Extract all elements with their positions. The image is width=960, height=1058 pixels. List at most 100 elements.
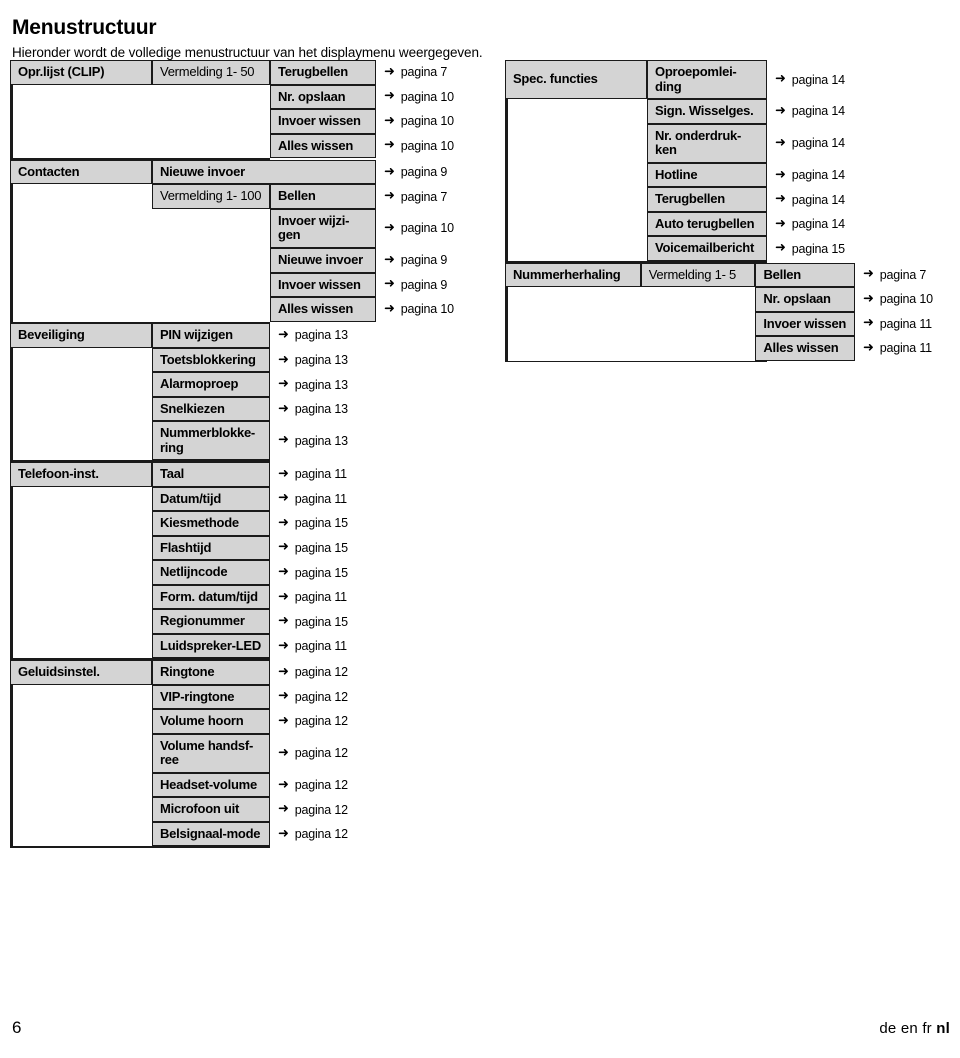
table-row: Invoer wissen ➜ pagina 11 [505,311,960,337]
row-spacer-col2 [641,312,756,337]
table-row: Datum/tijd ➜ pagina 11 [10,486,490,512]
page-reference: ➜ pagina 10 [376,297,486,322]
row-spacer-col2 [641,287,756,312]
page-reference: ➜ pagina 15 [270,536,380,561]
menu-item-col2: Flashtijd [152,535,270,561]
page-reference-label: pagina 10 [400,302,454,317]
menu-group-contacten: Contacten Nieuwe invoer ➜ pagina 9 Vermeldin… [10,159,490,324]
menu-group-spec-functies: Spec. functies Oproepomlei-ding ➜ pagina 14… [505,60,960,263]
table-row: Beveiliging PIN wijzigen ➜ pagina 13 [10,323,490,348]
menu-item-col2: Snelkiezen [152,396,270,422]
right-arrow-icon: ➜ [278,613,289,629]
table-row: Form. datum/tijd ➜ pagina 11 [10,584,490,610]
page-reference-label: pagina 9 [400,253,448,268]
page-reference: ➜ pagina 15 [270,560,380,585]
page-reference-label: pagina 13 [294,402,348,417]
right-arrow-icon: ➜ [384,301,395,317]
page-reference: ➜ pagina 13 [270,372,380,397]
menu-item-span: Nieuwe invoer [152,159,376,185]
menu-structure-table-left: Opr.lijst (CLIP) Vermelding 1- 50 Terugbel… [10,60,490,849]
menu-item-col2: Nr. onderdruk-ken [647,123,767,163]
page-reference: ➜ pagina 9 [376,248,486,273]
menu-item-col2: Sign. Wisselges. [647,99,767,124]
right-arrow-icon: ➜ [384,276,395,292]
menu-structure-table-right: Spec. functies Oproepomlei-ding ➜ pagina 14… [505,60,960,363]
page-reference-label: pagina 12 [294,778,348,793]
menu-item-col2: Form. datum/tijd [152,584,270,610]
page-reference-label: pagina 11 [294,639,347,654]
table-row: Nr. opslaan ➜ pagina 10 [10,84,490,110]
table-row: Flashtijd ➜ pagina 15 [10,535,490,561]
group-vertical-rule [505,262,506,363]
row-spacer-col2 [152,85,270,110]
row-spacer-col1 [10,209,152,248]
page-reference: ➜ pagina 13 [270,323,380,348]
table-row: Volume handsf-ree ➜ pagina 12 [10,733,490,773]
left-table-rows: Opr.lijst (CLIP) Vermelding 1- 50 Terugbel… [10,60,490,849]
right-arrow-icon: ➜ [863,291,874,307]
table-row: Toetsblokkering ➜ pagina 13 [10,347,490,373]
menu-item-col2: Netlijncode [152,560,270,585]
menu-group-label: Opr.lijst (CLIP) [10,60,152,85]
table-row: Nieuwe invoer ➜ pagina 9 [10,247,490,273]
table-row: Regionummer ➜ pagina 15 [10,609,490,634]
page-reference-label: pagina 13 [294,433,348,448]
right-arrow-icon: ➜ [278,352,289,368]
row-spacer-col1 [505,287,641,312]
footer-language-nl: nl [936,1020,950,1037]
page-reference: ➜ pagina 12 [270,797,380,822]
table-row: Nummerblokke-ring ➜ pagina 13 [10,421,490,461]
group-bottom-rule [505,360,767,363]
menu-group-label: Contacten [10,159,152,185]
menu-item-col2: Luidspreker-LED [152,633,270,659]
row-spacer-col1 [505,124,647,163]
table-row: Invoer wijzi-gen ➜ pagina 10 [10,208,490,248]
page-reference-label: pagina 11 [879,316,932,331]
cell-label: Oproepomlei-ding [655,64,737,94]
table-row: Microfoon uit ➜ pagina 12 [10,797,490,822]
table-row: Invoer wissen ➜ pagina 10 [10,109,490,134]
row-spacer-col1 [10,822,152,847]
menu-item-col3: Nr. opslaan [755,287,856,312]
table-row: Nummerherhaling Vermelding 1- 5 Bellen ➜ pag… [505,262,960,288]
menu-item-col2: Regionummer [152,609,270,634]
menu-group-label: Beveiliging [10,323,152,348]
row-spacer-col1 [10,560,152,585]
page-reference: ➜ pagina 14 [767,124,877,163]
page-reference: ➜ pagina 12 [270,709,380,734]
row-spacer-col1 [505,212,647,237]
right-arrow-icon: ➜ [278,466,289,482]
row-spacer-col2 [641,336,756,361]
menu-item-col2: Headset-volume [152,772,270,798]
group-vertical-rule [10,60,11,160]
menu-item-col2: Terugbellen [647,187,767,212]
right-arrow-icon: ➜ [775,240,786,256]
table-row: Spec. functies Oproepomlei-ding ➜ pagina 14 [505,60,960,100]
right-arrow-icon: ➜ [278,564,289,580]
page-reference-label: pagina 14 [791,192,845,207]
row-spacer-col2 [152,209,270,248]
page-reference: ➜ pagina 11 [270,462,380,487]
table-row: Nr. onderdruk-ken ➜ pagina 14 [505,123,960,163]
cell-label: Invoer wijzi-gen [278,212,350,243]
right-arrow-icon: ➜ [384,252,395,268]
page-reference: ➜ pagina 11 [270,487,380,512]
footer-language-fr: fr [922,1020,932,1037]
page-reference-label: pagina 10 [400,89,454,104]
row-spacer-col1 [10,109,152,134]
row-spacer-col1 [10,85,152,110]
row-spacer-col1 [10,634,152,659]
footer-language-en: en [900,1020,918,1037]
page-reference-label: pagina 15 [294,614,348,629]
table-row: Contacten Nieuwe invoer ➜ pagina 9 [10,159,490,185]
page-reference-label: pagina 12 [294,714,348,729]
right-arrow-icon: ➜ [863,266,874,282]
right-arrow-icon: ➜ [775,191,786,207]
page-reference: ➜ pagina 12 [270,685,380,710]
page-reference: ➜ pagina 7 [855,263,960,288]
page-reference: ➜ pagina 7 [376,184,486,209]
group-vertical-rule [505,60,506,263]
row-spacer-col1 [10,134,152,159]
row-spacer-col1 [10,511,152,536]
row-spacer-col1 [505,336,641,361]
